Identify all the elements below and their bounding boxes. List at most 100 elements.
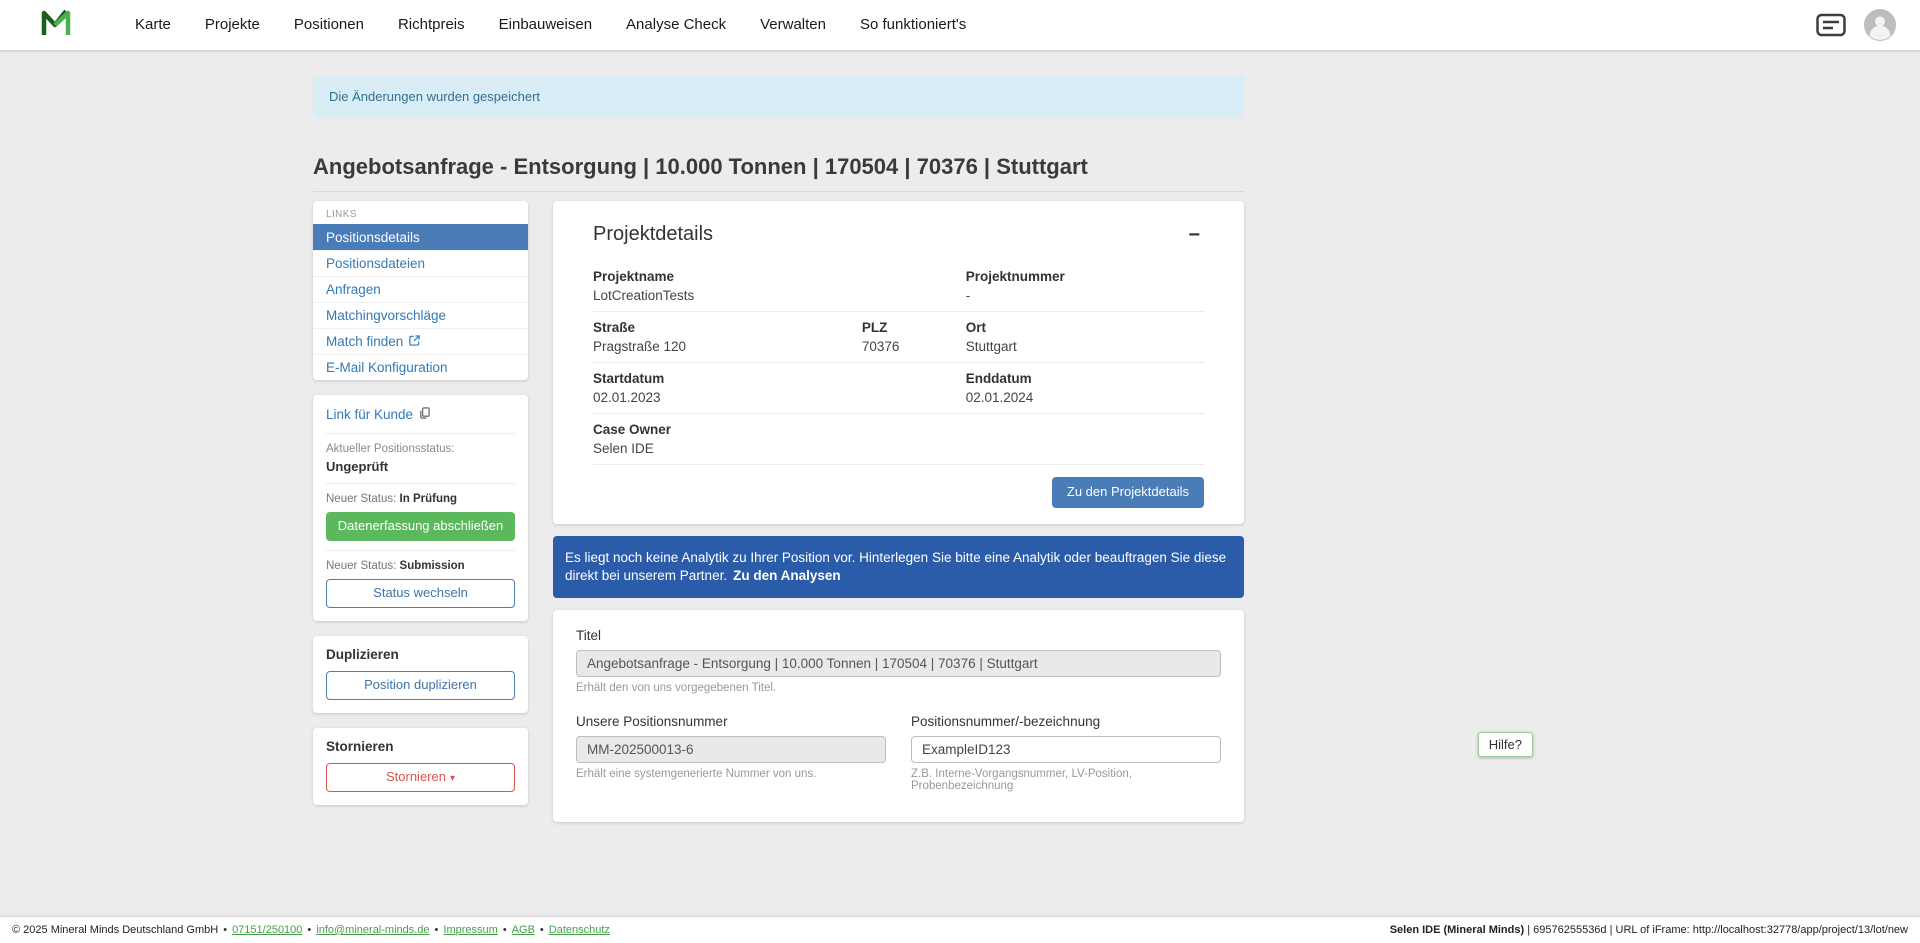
- project-row-address: Straße Pragstraße 120 PLZ 70376 Ort Stut…: [593, 312, 1204, 363]
- caret-down-icon: ▾: [450, 773, 455, 784]
- footer-separator: •: [503, 924, 507, 936]
- copy-icon: [419, 407, 430, 422]
- footer-separator: •: [540, 924, 544, 936]
- cancel-card: Stornieren Stornieren ▾: [313, 728, 528, 805]
- help-button[interactable]: Hilfe?: [1478, 732, 1533, 757]
- project-details-button[interactable]: Zu den Projektdetails: [1052, 477, 1204, 508]
- main-content: Projektdetails − Projektname LotCreation…: [553, 201, 1244, 822]
- footer-separator: •: [307, 924, 311, 936]
- project-field-projektname: Projektname LotCreationTests: [593, 269, 966, 303]
- duplicate-title: Duplizieren: [326, 647, 515, 662]
- duplicate-position-button[interactable]: Position duplizieren: [326, 671, 515, 700]
- footer-separator: •: [223, 924, 227, 936]
- footer-left: © 2025 Mineral Minds Deutschland GmbH • …: [12, 924, 610, 936]
- project-field-startdatum: Startdatum 02.01.2023: [593, 371, 966, 405]
- project-field-ort: Ort Stuttgart: [966, 320, 1204, 354]
- footer-separator: •: [435, 924, 439, 936]
- our-position-number-input: [576, 736, 886, 763]
- nav-item-einbauweisen[interactable]: Einbauweisen: [482, 0, 609, 50]
- footer-session-meta: | 69576255536d | URL of iFrame: http://l…: [1527, 924, 1908, 936]
- analytics-banner-link[interactable]: Zu den Analysen: [733, 568, 841, 583]
- footer-email-link[interactable]: info@mineral-minds.de: [316, 924, 429, 936]
- next-status-2-line: Neuer Status: Submission: [326, 560, 515, 572]
- navbar-right: [1816, 9, 1896, 41]
- nav-item-richtpreis[interactable]: Richtpreis: [381, 0, 482, 50]
- position-form-card: Titel Erhält den von uns vorgegebenen Ti…: [553, 610, 1244, 822]
- user-avatar[interactable]: [1864, 9, 1896, 41]
- app-logo[interactable]: [40, 7, 72, 44]
- sidebar-item-matchingvorschlaege[interactable]: Matchingvorschläge: [313, 302, 528, 328]
- analytics-banner: Es liegt noch keine Analytik zu Ihrer Po…: [553, 536, 1244, 598]
- status-card: Link für Kunde Aktueller Positionsstatus…: [313, 395, 528, 621]
- sidebar: LINKS Positionsdetails Positionsdateien …: [313, 201, 528, 805]
- our-position-number-help: Erhält eine systemgenerierte Nummer von …: [576, 768, 886, 780]
- sidebar-item-match-finden[interactable]: Match finden: [313, 328, 528, 354]
- next-status-1-block: Neuer Status: In Prüfung Datenerfassung …: [326, 484, 515, 551]
- duplicate-card: Duplizieren Position duplizieren: [313, 636, 528, 713]
- nav-item-verwalten[interactable]: Verwalten: [743, 0, 843, 50]
- titel-label: Titel: [576, 628, 1221, 643]
- footer-copyright: © 2025 Mineral Minds Deutschland GmbH: [12, 924, 218, 936]
- switch-status-button[interactable]: Status wechseln: [326, 579, 515, 608]
- nav-item-so-funktionierts[interactable]: So funktioniert's: [843, 0, 983, 50]
- footer-impressum-link[interactable]: Impressum: [443, 924, 497, 936]
- footer-user: Selen IDE (Mineral Minds): [1390, 924, 1524, 936]
- customer-link-label: Link für Kunde: [326, 407, 413, 422]
- current-status-label: Aktueller Positionsstatus:: [326, 443, 515, 455]
- next-status-2-block: Neuer Status: Submission Status wechseln: [326, 551, 515, 608]
- sidebar-item-email-konfiguration[interactable]: E-Mail Konfiguration: [313, 354, 528, 380]
- custom-position-number-input[interactable]: [911, 736, 1221, 763]
- nav-item-positionen[interactable]: Positionen: [277, 0, 381, 50]
- sidebar-item-positionsdateien[interactable]: Positionsdateien: [313, 250, 528, 276]
- customer-link-block: Link für Kunde: [326, 406, 515, 434]
- current-status-block: Aktueller Positionsstatus: Ungeprüft: [326, 434, 515, 484]
- titel-help-text: Erhält den von uns vorgegebenen Titel.: [576, 682, 1221, 694]
- top-navbar: Karte Projekte Positionen Richtpreis Ein…: [0, 0, 1920, 50]
- next-status-1-line: Neuer Status: In Prüfung: [326, 493, 515, 505]
- links-header: LINKS: [313, 201, 528, 224]
- collapse-icon[interactable]: −: [1184, 223, 1204, 247]
- footer-phone-link[interactable]: 07151/250100: [232, 924, 302, 936]
- current-status-value: Ungeprüft: [326, 459, 515, 474]
- cancel-title: Stornieren: [326, 739, 515, 754]
- sidebar-item-positionsdetails[interactable]: Positionsdetails: [313, 224, 528, 250]
- success-alert: Die Änderungen wurden gespeichert: [313, 75, 1244, 118]
- nav-item-analyse-check[interactable]: Analyse Check: [609, 0, 743, 50]
- main-navigation: Karte Projekte Positionen Richtpreis Ein…: [118, 0, 1816, 50]
- footer: © 2025 Mineral Minds Deutschland GmbH • …: [0, 917, 1920, 943]
- nav-item-projekte[interactable]: Projekte: [188, 0, 277, 50]
- complete-data-entry-button[interactable]: Datenerfassung abschließen: [326, 512, 515, 541]
- project-field-enddatum: Enddatum 02.01.2024: [966, 371, 1204, 405]
- next-status-2-value: Submission: [400, 560, 465, 572]
- our-position-number-field: Unsere Positionsnummer Erhält eine syste…: [576, 714, 886, 792]
- project-field-strasse: Straße Pragstraße 120: [593, 320, 862, 354]
- customer-link[interactable]: Link für Kunde: [326, 407, 430, 422]
- project-details-title: Projektdetails: [593, 223, 713, 246]
- our-position-number-label: Unsere Positionsnummer: [576, 714, 886, 729]
- project-details-card: Projektdetails − Projektname LotCreation…: [553, 201, 1244, 524]
- titel-input: [576, 650, 1221, 677]
- custom-position-number-help: Z.B. Interne-Vorgangsnummer, LV-Position…: [911, 768, 1221, 792]
- footer-session-info: Selen IDE (Mineral Minds) | 69576255536d…: [1390, 924, 1908, 936]
- project-row-dates: Startdatum 02.01.2023 Enddatum 02.01.202…: [593, 363, 1204, 414]
- session-panel-icon[interactable]: [1816, 13, 1846, 37]
- nav-item-karte[interactable]: Karte: [118, 0, 188, 50]
- sidebar-item-label: Match finden: [326, 334, 403, 349]
- external-link-icon: [409, 334, 420, 349]
- cancel-dropdown-button[interactable]: Stornieren ▾: [326, 763, 515, 792]
- footer-agb-link[interactable]: AGB: [512, 924, 535, 936]
- sidebar-item-anfragen[interactable]: Anfragen: [313, 276, 528, 302]
- project-field-projektnummer: Projektnummer -: [966, 269, 1204, 303]
- mineral-minds-logo-icon: [40, 7, 72, 44]
- app-area: Die Änderungen wurden gespeichert Angebo…: [0, 50, 1557, 822]
- next-status-1-value: In Prüfung: [400, 493, 458, 505]
- project-row-name: Projektname LotCreationTests Projektnumm…: [593, 261, 1204, 312]
- project-field-plz: PLZ 70376: [862, 320, 966, 354]
- sidebar-links-card: LINKS Positionsdetails Positionsdateien …: [313, 201, 528, 380]
- project-field-case-owner: Case Owner Selen IDE: [593, 422, 1204, 456]
- footer-datenschutz-link[interactable]: Datenschutz: [549, 924, 610, 936]
- next-status-label: Neuer Status:: [326, 560, 396, 572]
- analytics-banner-text: Es liegt noch keine Analytik zu Ihrer Po…: [565, 550, 1226, 583]
- cancel-button-label: Stornieren: [386, 769, 446, 784]
- custom-position-number-field: Positionsnummer/-bezeichnung Z.B. Intern…: [911, 714, 1221, 792]
